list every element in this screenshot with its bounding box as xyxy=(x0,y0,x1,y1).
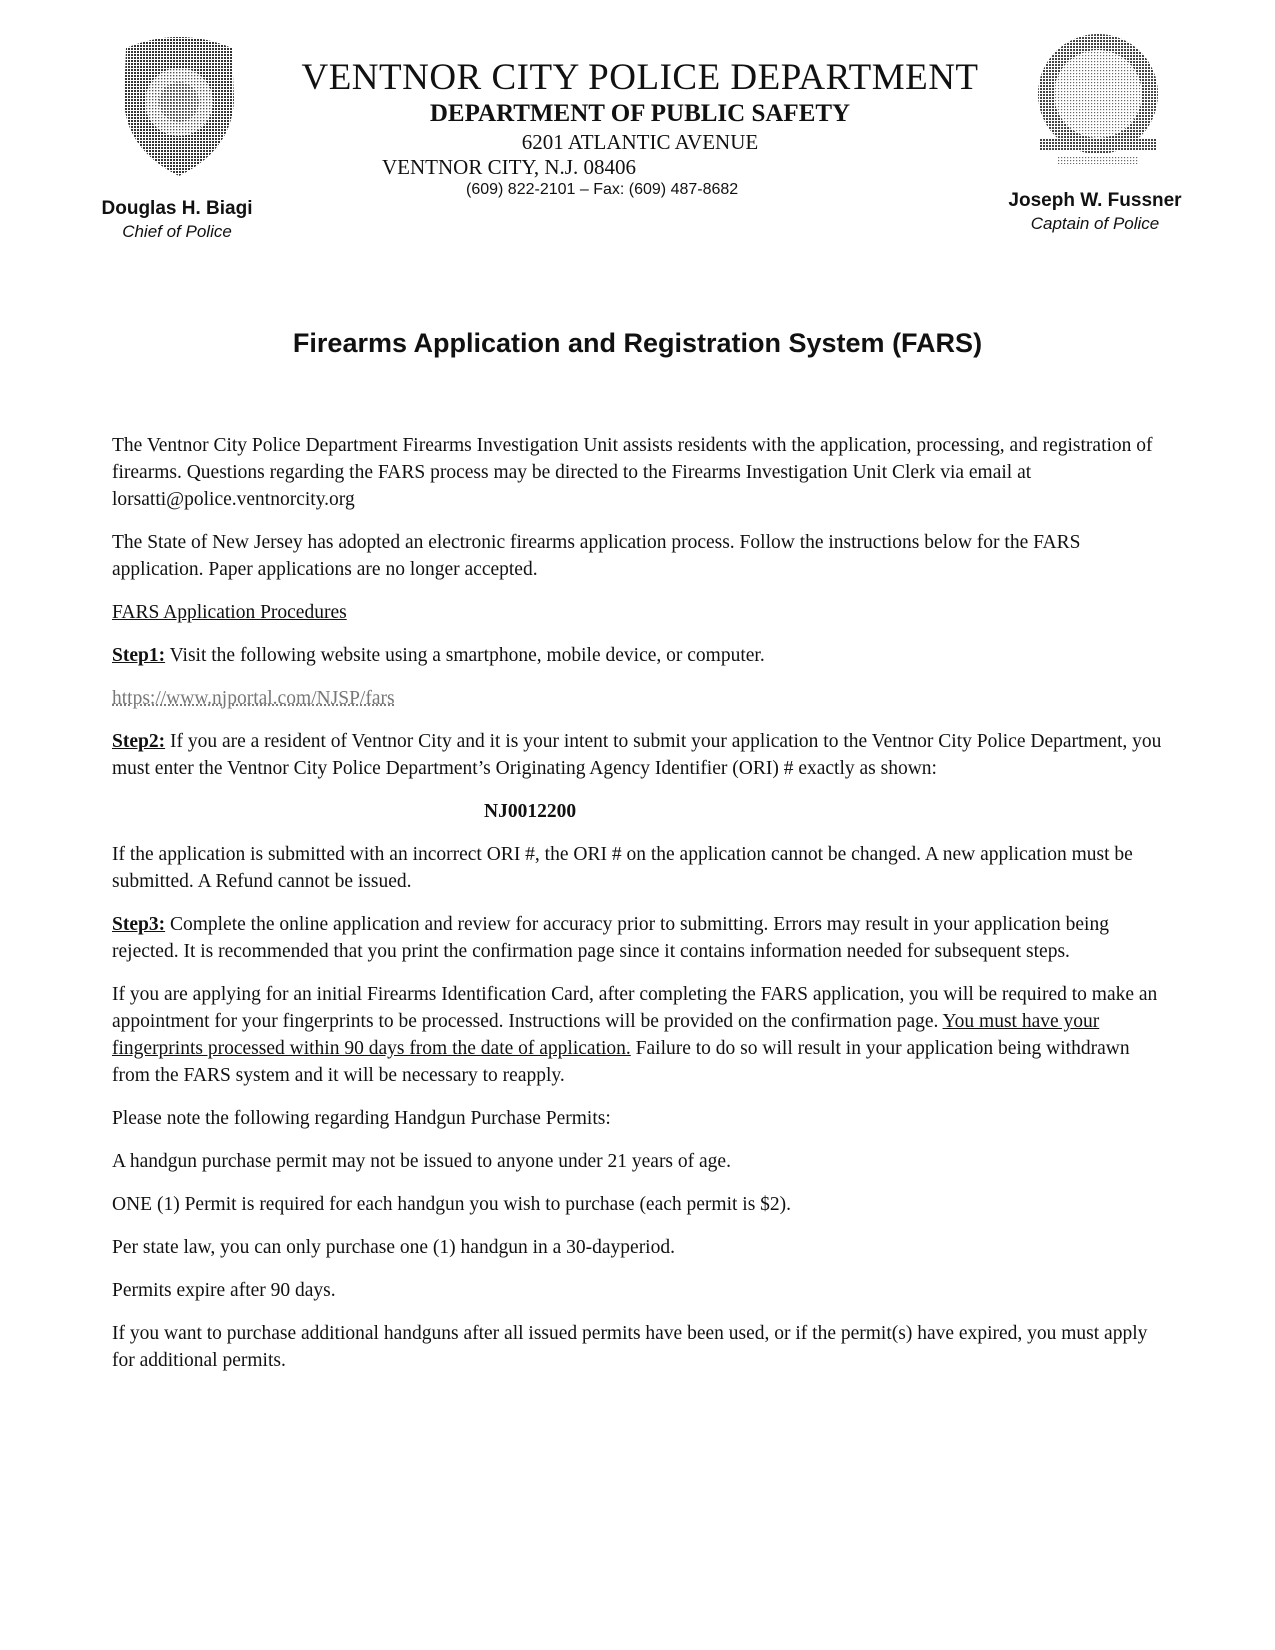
address-street: 6201 ATLANTIC AVENUE xyxy=(521,130,759,154)
department-name: VENTNOR CITY POLICE DEPARTMENT xyxy=(301,57,979,98)
handgun-note: If you want to purchase additional handg… xyxy=(112,1323,1148,1371)
police-badge-icon xyxy=(116,30,242,180)
procedures-heading: FARS Application Procedures xyxy=(112,602,347,623)
step3-text: Complete the online application and revi… xyxy=(112,914,1109,962)
police-seal-icon xyxy=(1028,28,1168,176)
document-body: The Ventnor City Police Department Firea… xyxy=(112,432,1172,1390)
ori-number: NJ0012200 xyxy=(484,801,577,822)
handgun-heading: Please note the following regarding Hand… xyxy=(112,1108,611,1129)
captain-title: Captain of Police xyxy=(1030,214,1160,233)
captain-block: Joseph W. Fussner Captain of Police xyxy=(990,190,1200,234)
chief-name: Douglas H. Biagi xyxy=(101,198,253,219)
step1-label: Step1: xyxy=(112,645,166,666)
fid-paragraph: If you are applying for an initial Firea… xyxy=(112,981,1172,1089)
step2-label: Step2: xyxy=(112,731,166,752)
phone-fax: (609) 822-2101 – Fax: (609) 487-8682 xyxy=(466,181,739,198)
handgun-note: Permits expire after 90 days. xyxy=(112,1280,336,1301)
handgun-note: ONE (1) Permit is required for each hand… xyxy=(112,1194,792,1215)
step1-text: Visit the following website using a smar… xyxy=(165,645,765,666)
intro-paragraph: The Ventnor City Police Department Firea… xyxy=(112,435,1153,510)
step2-paragraph: Step2: If you are a resident of Ventnor … xyxy=(112,728,1172,782)
handgun-note: Per state law, you can only purchase one… xyxy=(112,1237,675,1258)
department-subtitle: DEPARTMENT OF PUBLIC SAFETY xyxy=(429,100,851,127)
chief-block: Douglas H. Biagi Chief of Police xyxy=(82,198,272,242)
state-note-paragraph: The State of New Jersey has adopted an e… xyxy=(112,532,1081,580)
captain-name: Joseph W. Fussner xyxy=(1008,190,1182,211)
document-title: Firearms Application and Registration Sy… xyxy=(292,328,983,358)
step1-paragraph: Step1: Visit the following website using… xyxy=(112,642,1172,669)
step3-label: Step3: xyxy=(112,914,166,935)
fars-website-link[interactable]: https://www.njportal.com/NJSP/fars xyxy=(112,688,395,709)
step3-paragraph: Step3: Complete the online application a… xyxy=(112,911,1172,965)
ori-warning-paragraph: If the application is submitted with an … xyxy=(112,844,1133,892)
chief-title: Chief of Police xyxy=(122,222,232,241)
step2-text: If you are a resident of Ventnor City an… xyxy=(112,731,1162,779)
address-city: VENTNOR CITY, N.J. 08406 xyxy=(382,155,636,179)
handgun-note: A handgun purchase permit may not be iss… xyxy=(112,1151,731,1172)
